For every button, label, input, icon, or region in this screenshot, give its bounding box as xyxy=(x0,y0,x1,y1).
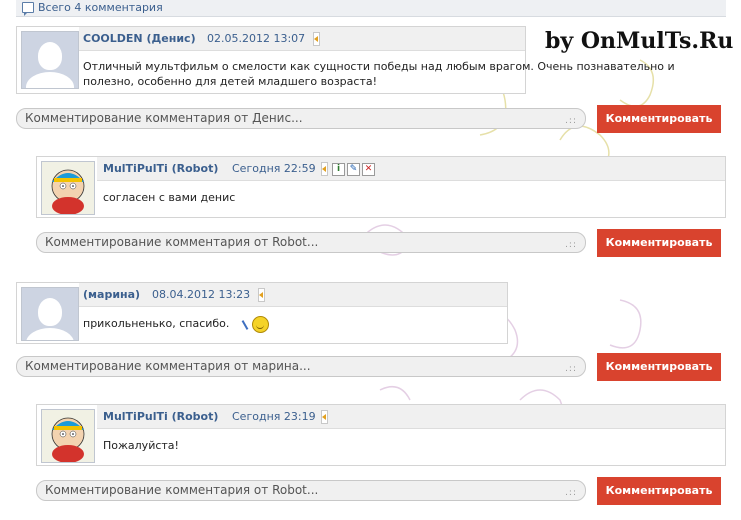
rating-arrow-icon[interactable] xyxy=(321,162,328,176)
avatar xyxy=(21,287,79,341)
cartman-avatar-icon xyxy=(51,417,85,462)
resize-grip-icon[interactable]: .:: xyxy=(565,360,577,379)
comment-text: согласен с вами денис xyxy=(103,191,236,204)
reply-input[interactable]: Комментирование комментария от Денис... … xyxy=(16,108,586,129)
avatar xyxy=(21,31,79,89)
resize-grip-icon[interactable]: .:: xyxy=(565,484,577,503)
reply-placeholder: Комментирование комментария от марина... xyxy=(25,359,311,373)
rating-arrow-icon[interactable] xyxy=(258,288,265,302)
comment-text: Пожалуйста! xyxy=(103,439,179,452)
edit-icon[interactable]: ✎ xyxy=(347,163,360,176)
smiley-icon xyxy=(252,316,269,333)
rating-arrow-icon[interactable] xyxy=(321,410,328,424)
comment-date: Сегодня 22:59 xyxy=(232,162,316,175)
comment-text: Отличный мультфильм о смелости как сущно… xyxy=(83,60,675,88)
reply-placeholder: Комментирование комментария от Robot... xyxy=(45,483,319,497)
comments-count-link[interactable]: Всего 4 комментария xyxy=(38,1,163,14)
delete-icon[interactable]: ✕ xyxy=(362,163,375,176)
comment-header xyxy=(79,283,507,307)
comment-icon xyxy=(22,2,34,16)
comment-author[interactable]: COOLDEN (Денис) xyxy=(83,32,196,45)
comment-author[interactable]: (марина) xyxy=(83,288,140,301)
comment-text: прикольненько, спасибо. xyxy=(83,317,230,330)
info-icon[interactable]: i xyxy=(332,163,345,176)
reply-input[interactable]: Комментирование комментария от Robot... … xyxy=(36,480,586,501)
pencil-icon xyxy=(241,320,249,330)
comment-button[interactable]: Комментировать xyxy=(597,353,721,381)
comments-header: Всего 4 комментария xyxy=(16,0,726,17)
reply-placeholder: Комментирование комментария от Robot... xyxy=(45,235,319,249)
comment-author[interactable]: MulTiPulTi (Robot) xyxy=(103,410,218,423)
cartman-avatar-icon xyxy=(51,169,85,214)
comment-date: 02.05.2012 13:07 xyxy=(207,32,306,45)
comment-item: MulTiPulTi (Robot) Сегодня 23:19 Пожалуй… xyxy=(36,404,726,466)
comment-item: COOLDEN (Денис) 02.05.2012 13:07 Отличны… xyxy=(16,26,675,94)
comment-author[interactable]: MulTiPulTi (Robot) xyxy=(103,162,218,175)
comment-item: (марина) 08.04.2012 13:23 прикольненько,… xyxy=(16,282,508,344)
resize-grip-icon[interactable]: .:: xyxy=(565,112,577,131)
comment-date: Сегодня 23:19 xyxy=(232,410,316,423)
comment-button[interactable]: Комментировать xyxy=(597,477,721,505)
avatar xyxy=(41,161,95,215)
comment-button[interactable]: Комментировать xyxy=(597,105,721,133)
reply-input[interactable]: Комментирование комментария от марина...… xyxy=(16,356,586,377)
comment-item: MulTiPulTi (Robot) Сегодня 22:59 i ✎ ✕ с… xyxy=(36,156,726,218)
resize-grip-icon[interactable]: .:: xyxy=(565,236,577,255)
comment-date: 08.04.2012 13:23 xyxy=(152,288,251,301)
avatar xyxy=(41,409,95,463)
reply-placeholder: Комментирование комментария от Денис... xyxy=(25,111,303,125)
reply-input[interactable]: Комментирование комментария от Robot... … xyxy=(36,232,586,253)
comment-button[interactable]: Комментировать xyxy=(597,229,721,257)
rating-arrow-icon[interactable] xyxy=(313,32,320,46)
watermark: by OnMulTs.Ru xyxy=(545,28,734,54)
